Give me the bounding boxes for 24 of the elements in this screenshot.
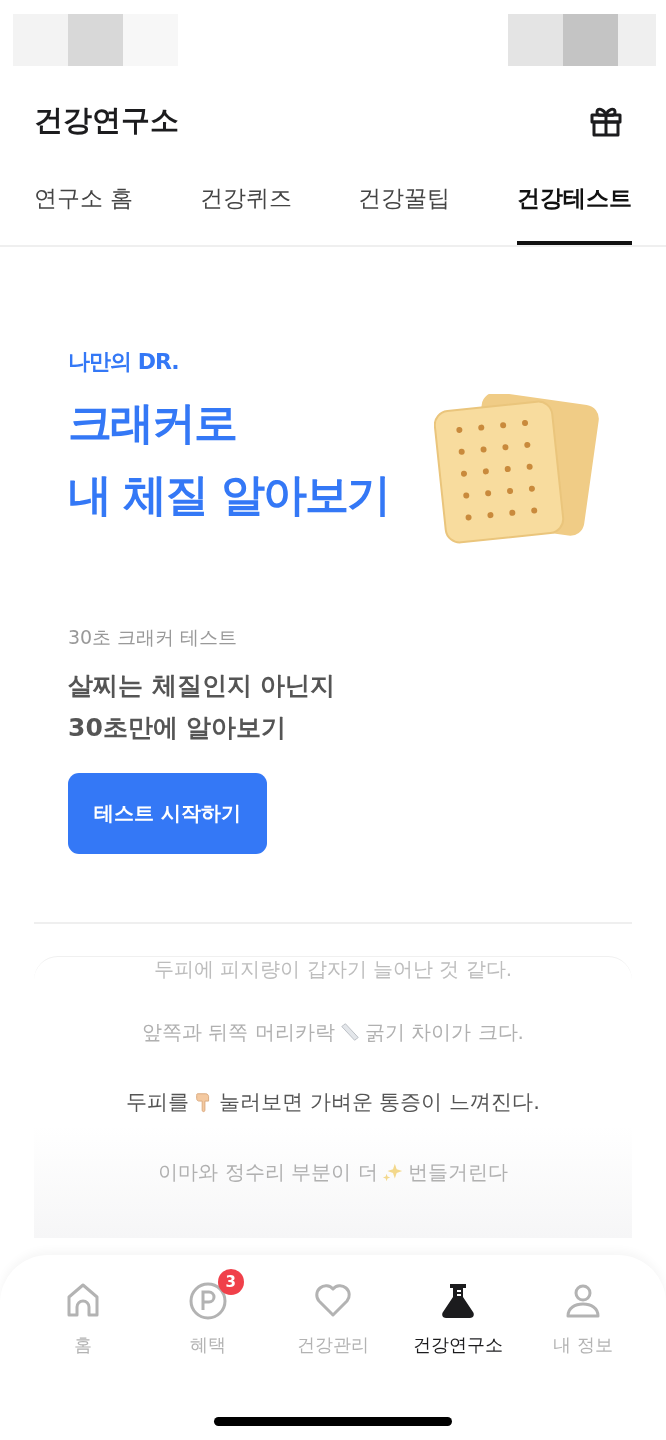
headline: 내 체질 알아보기	[68, 468, 389, 522]
notification-badge: 3	[217, 1269, 244, 1295]
statement-text: 이마와 정수리 부분이 더	[158, 1158, 378, 1186]
nav-item[interactable]: 3 혜택	[152, 1267, 263, 1373]
test-caption: 30초 크래커 테스트	[68, 625, 238, 650]
statement-text: 앞쪽과 뒤쪽 머리카락	[142, 1018, 335, 1046]
page-title: 건강연구소	[34, 102, 179, 139]
ruler-icon	[338, 1021, 361, 1043]
statement-text: 번들거린다	[407, 1158, 508, 1186]
tab[interactable]: 건강테스트	[517, 170, 632, 245]
tab[interactable]: 연구소 홈	[34, 170, 134, 245]
headline: 크래커로	[68, 396, 236, 450]
statement-text: 굵기 차이가 크다.	[364, 1018, 524, 1046]
test-title: 살찌는 체질인지 아닌지	[68, 670, 336, 702]
tab[interactable]: 건강퀴즈	[199, 170, 292, 245]
test-title: 30초만에 알아보기	[68, 712, 287, 744]
start-test-button[interactable]: 테스트 시작하기	[68, 773, 267, 854]
tab[interactable]: 건강꿀팁	[358, 170, 451, 245]
brand-logo: 나만의 DR.	[68, 348, 179, 376]
statement-text: 두피를	[126, 1089, 190, 1116]
nav-item[interactable]: 건강연구소	[403, 1267, 514, 1373]
statement-text: 눌러보면 가벼운 통증이 느껴진다.	[219, 1089, 540, 1116]
points-icon	[187, 1281, 228, 1321]
statement-text: 두피에 피지량이 갑자기 늘어난 것 같다.	[153, 958, 513, 980]
